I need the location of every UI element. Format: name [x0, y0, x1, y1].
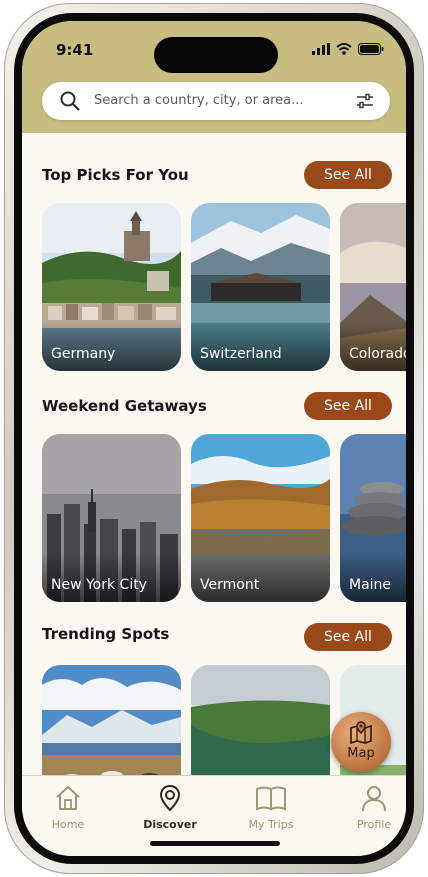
- search-icon: [60, 91, 80, 111]
- card-label: New York City: [51, 577, 147, 593]
- cellular-signal-icon: [312, 43, 330, 55]
- phone-bezel: 9:41 Search a country, city, or area... …: [14, 13, 414, 864]
- destination-card-maine[interactable]: Maine: [340, 434, 406, 602]
- discover-content[interactable]: Top Picks For You See All Germany Switze…: [22, 133, 406, 775]
- tab-home-label: Home: [51, 818, 85, 831]
- tab-profile[interactable]: Profile: [329, 784, 406, 831]
- home-icon: [56, 785, 80, 810]
- see-all-top-picks-button[interactable]: See All: [304, 161, 392, 189]
- person-icon: [362, 786, 386, 812]
- destination-card-trending-1[interactable]: [42, 665, 181, 775]
- search-input[interactable]: Search a country, city, or area...: [94, 93, 304, 108]
- app-screen: 9:41 Search a country, city, or area... …: [22, 21, 406, 856]
- tab-my-trips[interactable]: My Trips: [226, 784, 316, 831]
- trending-2-image: [191, 665, 330, 775]
- destination-card-vermont[interactable]: Vermont: [191, 434, 330, 602]
- tab-profile-label: Profile: [356, 818, 392, 831]
- filter-sliders-icon[interactable]: [356, 93, 374, 109]
- discover-pin-icon: [159, 784, 181, 812]
- section-title-weekend-getaways: Weekend Getaways: [42, 397, 207, 415]
- status-time: 9:41: [56, 41, 94, 59]
- battery-icon: [358, 43, 384, 55]
- section-title-top-picks: Top Picks For You: [42, 166, 189, 184]
- tab-home[interactable]: Home: [23, 784, 113, 831]
- status-icons: [312, 43, 384, 55]
- search-bar[interactable]: Search a country, city, or area...: [42, 82, 390, 120]
- dynamic-island: [154, 37, 278, 73]
- tab-discover-label: Discover: [143, 818, 197, 831]
- see-all-weekend-getaways-button[interactable]: See All: [304, 392, 392, 420]
- phone-frame: 9:41 Search a country, city, or area... …: [4, 3, 424, 874]
- header: 9:41 Search a country, city, or area...: [22, 21, 406, 133]
- destination-card-new-york-city[interactable]: New York City: [42, 434, 181, 602]
- destination-card-switzerland[interactable]: Switzerland: [191, 203, 330, 371]
- card-label: Switzerland: [200, 346, 282, 362]
- see-all-trending-spots-button[interactable]: See All: [304, 623, 392, 651]
- map-button-label: Map: [347, 746, 375, 761]
- book-icon: [256, 786, 286, 811]
- card-label: Germany: [51, 346, 116, 362]
- trending-1-image: [42, 665, 181, 775]
- destination-card-colorado[interactable]: Colorado: [340, 203, 406, 371]
- card-label: Vermont: [200, 577, 260, 593]
- folded-map-pin-icon: [350, 721, 372, 745]
- map-button[interactable]: Map: [331, 712, 391, 772]
- card-label: Colorado: [349, 346, 406, 362]
- card-label: Maine: [349, 577, 392, 593]
- home-indicator: [150, 841, 280, 846]
- destination-card-trending-2[interactable]: [191, 665, 330, 775]
- tab-discover[interactable]: Discover: [125, 784, 215, 831]
- destination-card-germany[interactable]: Germany: [42, 203, 181, 371]
- section-title-trending-spots: Trending Spots: [42, 625, 170, 643]
- wifi-icon: [336, 43, 352, 55]
- tab-my-trips-label: My Trips: [248, 818, 294, 831]
